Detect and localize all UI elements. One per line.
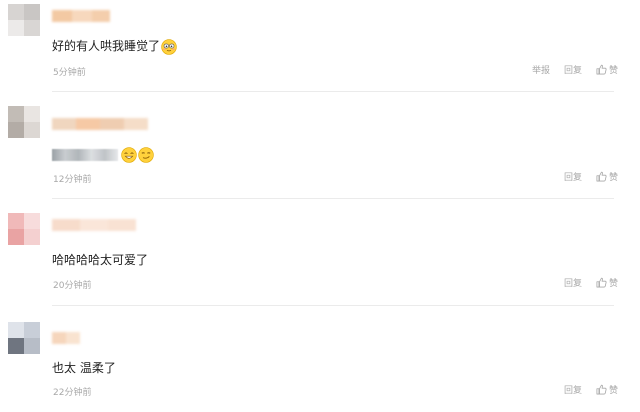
grinning-face-emoji <box>121 146 137 163</box>
like-label: 赞 <box>608 386 618 396</box>
comment-text: 好的有人哄我睡觉了 <box>52 38 177 55</box>
username-blurred[interactable] <box>52 118 148 130</box>
report-button[interactable]: 举报 <box>532 63 550 76</box>
thumbs-up-icon <box>596 277 607 288</box>
comment-text: 哈哈哈哈太可爱了 <box>52 253 149 267</box>
reply-button[interactable]: 回复 <box>564 63 582 76</box>
comment-list: 好的有人哄我睡觉了 5分钟前 举报 回复 赞 12分钟前 回复 赞 哈哈哈哈太可… <box>0 0 640 412</box>
like-label: 赞 <box>608 173 618 183</box>
comment-item: 12分钟前 回复 赞 <box>0 92 640 199</box>
comment-item: 也太 温柔了 22分钟前 回复 赞 <box>0 306 640 412</box>
avatar[interactable] <box>8 213 40 245</box>
comment-actions: 举报 回复 赞 <box>532 63 618 76</box>
username-blurred[interactable] <box>52 332 80 344</box>
reply-button[interactable]: 回复 <box>564 383 582 396</box>
smirk-face-emoji <box>138 146 154 163</box>
like-button[interactable]: 赞 <box>596 170 618 183</box>
like-label: 赞 <box>608 66 618 76</box>
timestamp: 22分钟前 <box>53 388 92 398</box>
reply-button[interactable]: 回复 <box>564 170 582 183</box>
thumbs-up-icon <box>596 171 607 182</box>
timestamp: 20分钟前 <box>53 281 92 291</box>
comment-actions: 回复 赞 <box>564 276 618 289</box>
comment-text: 也太 温柔了 <box>52 361 116 375</box>
comment-text <box>52 146 154 163</box>
username-blurred[interactable] <box>52 219 136 231</box>
reply-button[interactable]: 回复 <box>564 276 582 289</box>
avatar[interactable] <box>8 322 40 354</box>
timestamp: 12分钟前 <box>53 175 92 185</box>
comment-actions: 回复 赞 <box>564 383 618 396</box>
comment-actions: 回复 赞 <box>564 170 618 183</box>
timestamp: 5分钟前 <box>53 68 86 78</box>
comment-item: 好的有人哄我睡觉了 5分钟前 举报 回复 赞 <box>0 0 640 92</box>
thumbs-up-icon <box>596 64 607 75</box>
thumbs-up-icon <box>596 384 607 395</box>
like-label: 赞 <box>608 279 618 289</box>
username-blurred[interactable] <box>52 10 110 22</box>
like-button[interactable]: 赞 <box>596 63 618 76</box>
avatar[interactable] <box>8 106 40 138</box>
avatar[interactable] <box>8 4 40 36</box>
like-button[interactable]: 赞 <box>596 383 618 396</box>
like-button[interactable]: 赞 <box>596 276 618 289</box>
shy-face-emoji <box>161 38 177 55</box>
censored-text <box>52 148 118 161</box>
comment-item: 哈哈哈哈太可爱了 20分钟前 回复 赞 <box>0 199 640 306</box>
